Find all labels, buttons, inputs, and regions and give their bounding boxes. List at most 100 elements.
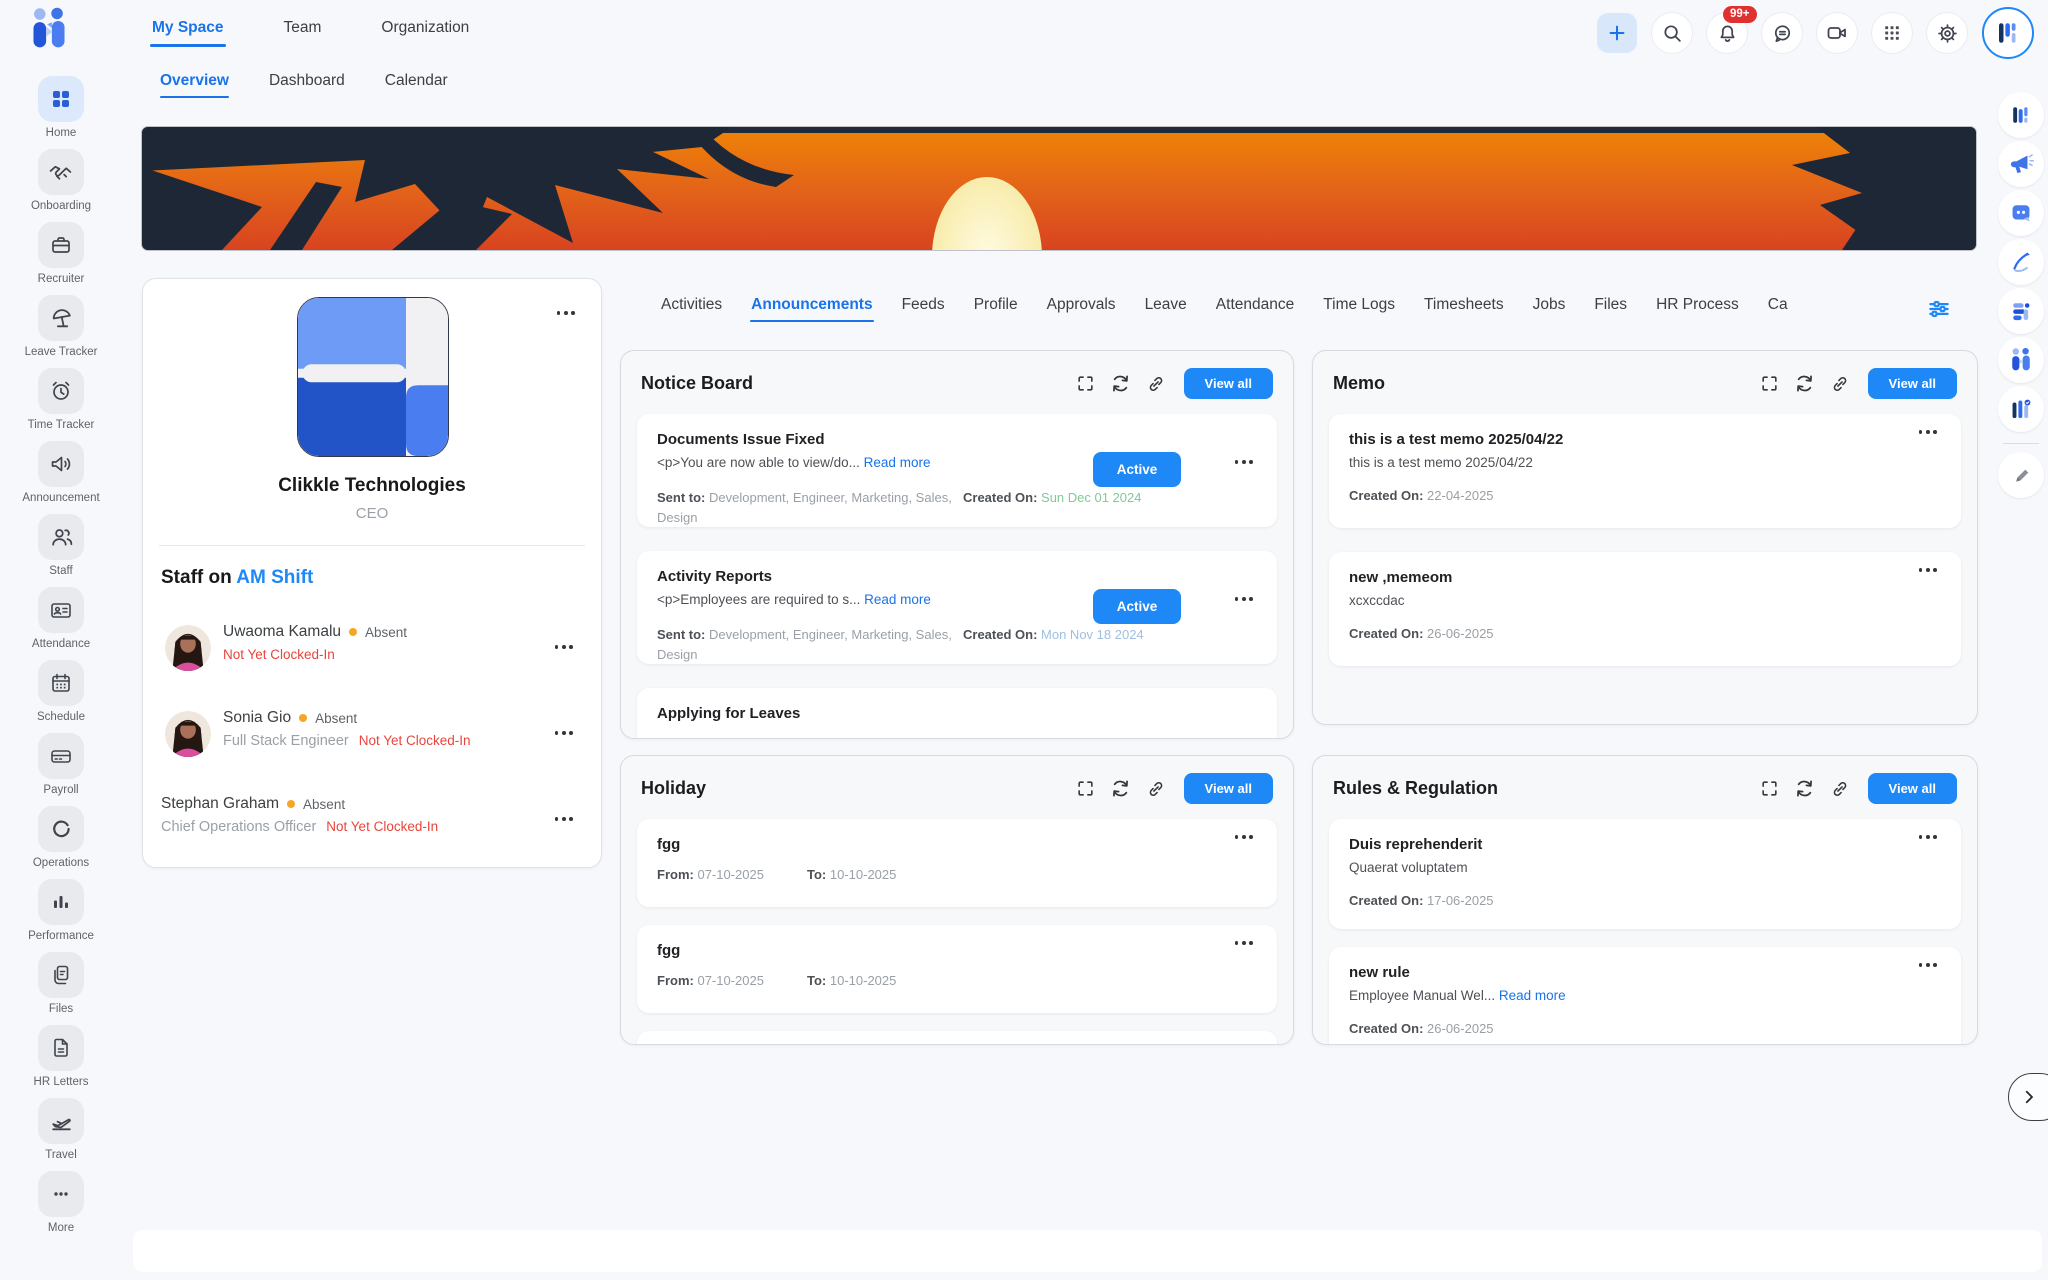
expand-icon[interactable] [1760,374,1779,393]
app-projects-logo[interactable] [1998,386,2044,432]
tab-attendance[interactable]: Attendance [1215,290,1295,324]
sidebar-item-home[interactable]: Home [38,76,84,140]
app-sign-logo[interactable] [1998,239,2044,285]
app-logo[interactable] [26,6,72,52]
app-hr-logo[interactable] [1998,337,2044,383]
sidebar-item-more[interactable]: More [38,1171,84,1235]
item-more-button[interactable] [1231,831,1257,843]
tab-files[interactable]: Files [1593,290,1628,324]
view-all-button[interactable]: View all [1184,368,1273,399]
sidebar-item-performance[interactable]: Performance [28,879,94,943]
nav-team[interactable]: Team [282,3,324,53]
status-active-button[interactable]: Active [1093,589,1181,624]
card-title: Memo [1333,373,1760,394]
profile-more-button[interactable] [553,307,579,319]
shift-link[interactable]: AM Shift [236,567,313,588]
expand-icon[interactable] [1076,779,1095,798]
sidebar-item-attendance[interactable]: Attendance [32,587,90,651]
sidebar-item-payroll[interactable]: Payroll [38,733,84,797]
staff-more-button[interactable] [551,641,577,653]
grid-icon [1881,22,1903,44]
sidebar-item-files[interactable]: Files [38,952,84,1016]
view-all-button[interactable]: View all [1868,368,1957,399]
refresh-icon[interactable] [1794,373,1815,394]
sidebar-item-operations[interactable]: Operations [33,806,89,870]
notice-title: Activity Reports [657,568,1257,585]
tabs-filter-button[interactable] [1924,294,1954,324]
calendar-icon [49,671,73,695]
search-button[interactable] [1652,13,1692,53]
sidebar-item-recruiter[interactable]: Recruiter [38,222,85,286]
item-more-button[interactable] [1915,959,1941,971]
tab-timesheets[interactable]: Timesheets [1423,290,1505,324]
read-more-link[interactable]: Read more [864,592,931,607]
app-tasks-logo[interactable] [1998,288,2044,334]
expand-panel-button[interactable] [2008,1073,2048,1121]
staff-name[interactable]: Sonia Gio [223,709,291,727]
item-more-button[interactable] [1231,456,1257,468]
staff-more-button[interactable] [551,813,577,825]
memo-title: new ,memeom [1349,569,1941,586]
item-more-button[interactable] [1231,593,1257,605]
nav-my-space[interactable]: My Space [150,3,226,53]
tab-hr-process[interactable]: HR Process [1655,290,1740,324]
tab-dashboard[interactable]: Dashboard [269,72,345,98]
sidebar-item-travel[interactable]: Travel [38,1098,84,1162]
apps-grid-button[interactable] [1872,13,1912,53]
link-icon[interactable] [1146,374,1166,394]
staff-name[interactable]: Stephan Graham [161,795,279,813]
sidebar-item-schedule[interactable]: Schedule [37,660,85,724]
memo-title: this is a test memo 2025/04/22 [1349,431,1941,448]
sidebar-item-hr-letters[interactable]: HR Letters [34,1025,89,1089]
sidebar-item-staff[interactable]: Staff [38,514,84,578]
item-more-button[interactable] [1915,564,1941,576]
link-icon[interactable] [1146,779,1166,799]
user-avatar[interactable] [1982,7,2034,59]
tab-announcements[interactable]: Announcements [750,290,873,324]
sidebar-item-announcement[interactable]: Announcement [22,441,99,505]
sidebar-item-time-tracker[interactable]: Time Tracker [28,368,95,432]
sidebar-item-onboarding[interactable]: Onboarding [31,149,91,213]
rules-regulation-card: Rules & Regulation View all Duis reprehe… [1312,755,1978,1045]
app-chat-logo[interactable] [1998,190,2044,236]
app-ads-logo[interactable] [1998,141,2044,187]
item-more-button[interactable] [1915,831,1941,843]
item-more-button[interactable] [1231,937,1257,949]
link-icon[interactable] [1830,374,1850,394]
tab-profile[interactable]: Profile [973,290,1019,324]
link-icon[interactable] [1830,779,1850,799]
status-active-button[interactable]: Active [1093,452,1181,487]
item-more-button[interactable] [1915,426,1941,438]
item-more-button[interactable] [1231,1043,1257,1045]
app-chart-logo[interactable] [1998,92,2044,138]
tab-overview[interactable]: Overview [160,72,229,98]
edit-button[interactable] [1998,452,2044,498]
chat-button[interactable] [1762,13,1802,53]
refresh-icon[interactable] [1110,373,1131,394]
tab-feeds[interactable]: Feeds [901,290,946,324]
add-button[interactable] [1597,13,1637,53]
tab-activities[interactable]: Activities [660,290,723,324]
tab-leave[interactable]: Leave [1144,290,1188,324]
sidebar-item-leave-tracker[interactable]: Leave Tracker [25,295,98,359]
expand-icon[interactable] [1076,374,1095,393]
read-more-link[interactable]: Read more [1499,988,1566,1003]
staff-more-button[interactable] [551,727,577,739]
tab-approvals[interactable]: Approvals [1046,290,1117,324]
tab-time-logs[interactable]: Time Logs [1322,290,1396,324]
read-more-link[interactable]: Read more [864,455,931,470]
tab-jobs[interactable]: Jobs [1532,290,1567,324]
refresh-icon[interactable] [1794,778,1815,799]
video-call-button[interactable] [1817,13,1857,53]
view-all-button[interactable]: View all [1184,773,1273,804]
tab-calendar[interactable]: Calendar [385,72,448,98]
refresh-icon[interactable] [1110,778,1131,799]
settings-button[interactable] [1927,13,1967,53]
company-profile-card: Clikkle Technologies CEO Staff on AM Shi… [142,278,602,868]
staff-name[interactable]: Uwaoma Kamalu [223,623,341,641]
expand-icon[interactable] [1760,779,1779,798]
nav-organization[interactable]: Organization [379,3,471,53]
notifications-button[interactable]: 99+ [1707,13,1747,53]
tab-calendar-truncated[interactable]: Ca [1767,290,1789,324]
view-all-button[interactable]: View all [1868,773,1957,804]
